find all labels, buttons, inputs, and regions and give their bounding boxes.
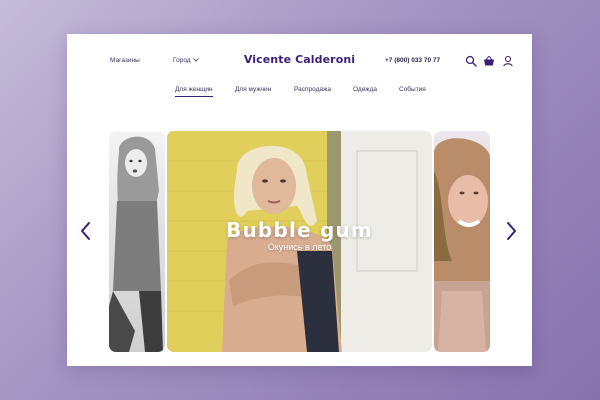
chevron-left-icon[interactable] [78,221,94,241]
hero-subtitle: Окунись в лето [267,242,332,252]
tab-women[interactable]: Для женщин [175,86,213,97]
user-icon[interactable] [502,55,514,67]
phone-number[interactable]: +7 (800) 033 70 77 [385,57,440,64]
brand-logo[interactable]: Vicente Calderoni [67,53,532,66]
page-card: Магазины Город Vicente Calderoni +7 (800… [67,34,532,366]
tab-clothing[interactable]: Одежда [353,86,377,93]
tab-sale[interactable]: Распродажа [294,86,331,93]
carousel-slide-prev[interactable] [109,131,165,352]
tab-men[interactable]: Для мужчин [235,86,271,93]
category-tabs: Для женщин Для мужчин Распродажа Одежда … [67,86,532,100]
model-photo-bw [109,136,163,352]
chevron-right-icon[interactable] [503,221,519,241]
tab-events[interactable]: События [399,86,426,93]
basket-icon[interactable] [483,55,495,67]
site-header: Магазины Город Vicente Calderoni +7 (800… [67,34,532,94]
model-photo-laughing [434,138,490,352]
hero-title: Bubble gum [226,218,373,242]
carousel-slide-next[interactable] [434,131,490,352]
search-icon[interactable] [465,55,477,67]
